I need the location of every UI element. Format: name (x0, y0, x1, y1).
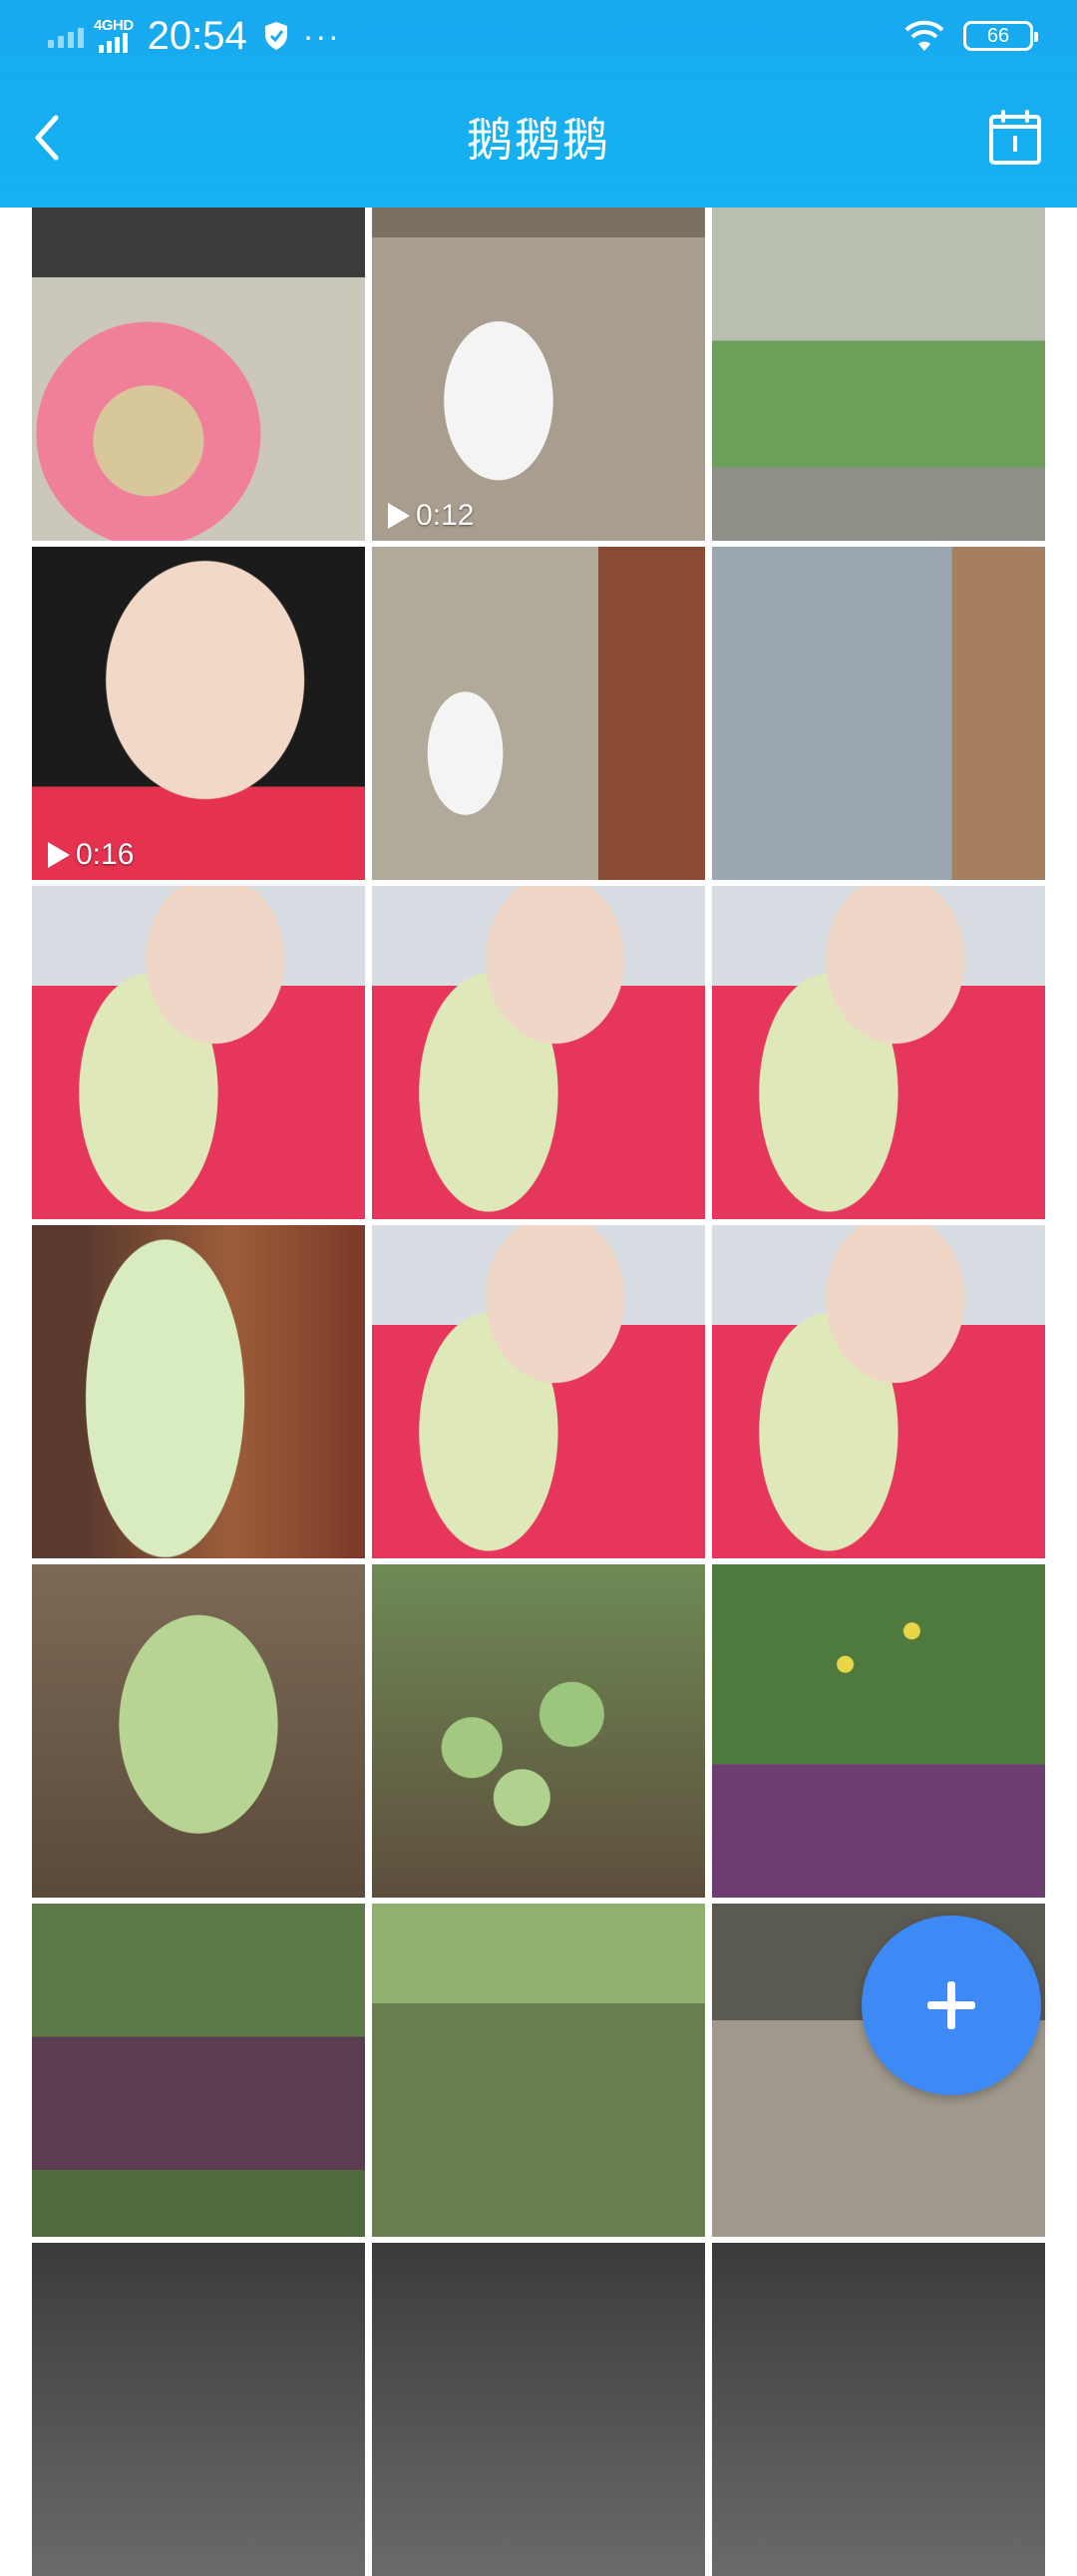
top-bar: 4GHD 20:54 ··· 66 鹅鹅鹅 (0, 0, 1077, 208)
calendar-icon (989, 110, 1041, 165)
signal-sim2-icon (99, 33, 129, 53)
shield-check-icon (264, 22, 287, 50)
photo-tile-partial-1[interactable] (32, 2243, 365, 2576)
play-icon (388, 503, 410, 529)
play-icon (48, 842, 70, 868)
add-button[interactable] (862, 1916, 1041, 2095)
page-title: 鹅鹅鹅 (467, 114, 610, 166)
signal-sim1-icon (48, 24, 84, 48)
network-type: 4GHD (94, 17, 134, 34)
photo-tile-garden[interactable] (372, 1904, 705, 2237)
status-right: 66 (903, 14, 1038, 58)
photo-tile-partial-3[interactable] (712, 2243, 1045, 2576)
network-indicator: 4GHD (94, 17, 134, 53)
status-bar: 4GHD 20:54 ··· 66 (0, 0, 1077, 72)
photo-tile-girl-cabbage-5[interactable] (712, 1225, 1045, 1558)
video-duration: 0:12 (388, 499, 474, 533)
photo-tile-partial-2[interactable] (372, 2243, 705, 2576)
video-tile-goose[interactable]: 0:12 (372, 208, 705, 541)
photo-grid: 0:12 0:16 (32, 208, 1045, 2576)
video-duration-text: 0:16 (76, 838, 135, 871)
wifi-icon (904, 20, 944, 51)
video-duration-text: 0:12 (416, 499, 475, 532)
photo-tile-room[interactable] (712, 547, 1045, 880)
video-tile-face[interactable]: 0:16 (32, 547, 365, 880)
status-time: 20:54 (147, 14, 247, 58)
battery-level: 66 (986, 24, 1010, 47)
photo-tile-cabbage-field[interactable] (32, 1564, 365, 1898)
photo-tile-field[interactable] (712, 208, 1045, 541)
photo-tile-cabbage-closeup[interactable] (32, 1225, 365, 1558)
photo-tile-goose[interactable] (372, 547, 705, 880)
calendar-button[interactable] (983, 106, 1047, 170)
photo-tile-veg-patch[interactable] (32, 1904, 365, 2237)
video-duration: 0:16 (48, 838, 134, 872)
more-notifications-icon: ··· (302, 18, 341, 54)
status-left: 4GHD 20:54 ··· (48, 12, 341, 60)
photo-tile-flowering-veg[interactable] (712, 1564, 1045, 1898)
photo-tile-girl-cabbage-4[interactable] (372, 1225, 705, 1558)
photo-tile-basket[interactable] (32, 208, 365, 541)
plus-icon (927, 1981, 975, 2029)
photo-tile-girl-cabbage-3[interactable] (712, 886, 1045, 1219)
battery-icon: 66 (963, 21, 1038, 51)
title-bar: 鹅鹅鹅 (0, 72, 1077, 208)
photo-tile-cabbage-rows[interactable] (372, 1564, 705, 1898)
photo-tile-girl-cabbage-1[interactable] (32, 886, 365, 1219)
photo-tile-girl-cabbage-2[interactable] (372, 886, 705, 1219)
